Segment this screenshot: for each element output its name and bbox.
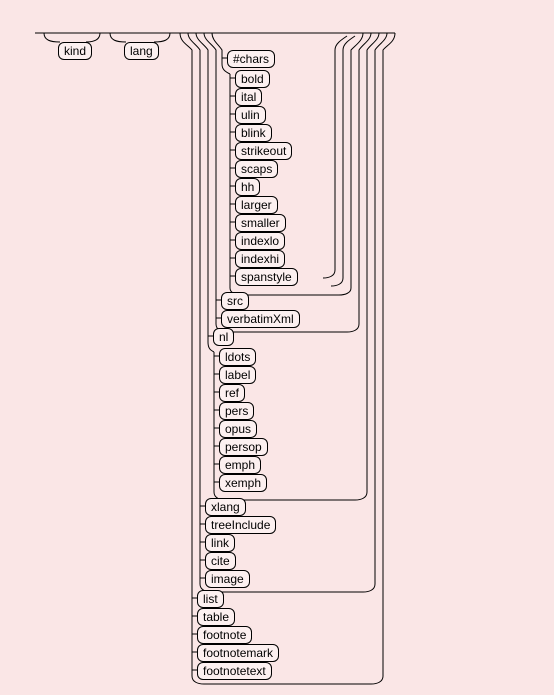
node-cite: cite: [205, 552, 236, 570]
node-footnotemark: footnotemark: [197, 644, 279, 662]
node-indexlo: indexlo: [235, 232, 285, 250]
node-ref: ref: [219, 384, 245, 402]
node-ldots: ldots: [219, 348, 256, 366]
node-strikeout: strikeout: [235, 142, 292, 160]
node-table: table: [197, 608, 235, 626]
node-nl: nl: [213, 328, 234, 346]
node-hh: hh: [235, 178, 260, 196]
node-persop: persop: [219, 438, 268, 456]
node-pers: pers: [219, 402, 254, 420]
node-opus: opus: [219, 420, 257, 438]
node-ulin: ulin: [235, 106, 266, 124]
node-emph: emph: [219, 456, 261, 474]
node-image: image: [205, 570, 250, 588]
node-chars: #chars: [227, 50, 275, 68]
attr-lang: lang: [124, 42, 159, 60]
node-verbatimxml: verbatimXml: [221, 310, 300, 328]
node-larger: larger: [235, 196, 278, 214]
node-footnotetext: footnotetext: [197, 662, 272, 680]
node-src: src: [221, 292, 249, 310]
node-indexhi: indexhi: [235, 250, 285, 268]
node-smaller: smaller: [235, 214, 286, 232]
attr-kind: kind: [58, 42, 92, 60]
node-label: label: [219, 366, 256, 384]
node-scaps: scaps: [235, 160, 278, 178]
node-bold: bold: [235, 70, 270, 88]
node-blink: blink: [235, 124, 272, 142]
node-treeinclude: treeInclude: [205, 516, 276, 534]
node-xlang: xlang: [205, 498, 246, 516]
node-link: link: [205, 534, 235, 552]
node-spanstyle: spanstyle: [235, 268, 298, 286]
node-footnote: footnote: [197, 626, 252, 644]
node-xemph: xemph: [219, 474, 267, 492]
node-ital: ital: [235, 88, 262, 106]
node-list: list: [197, 590, 224, 608]
